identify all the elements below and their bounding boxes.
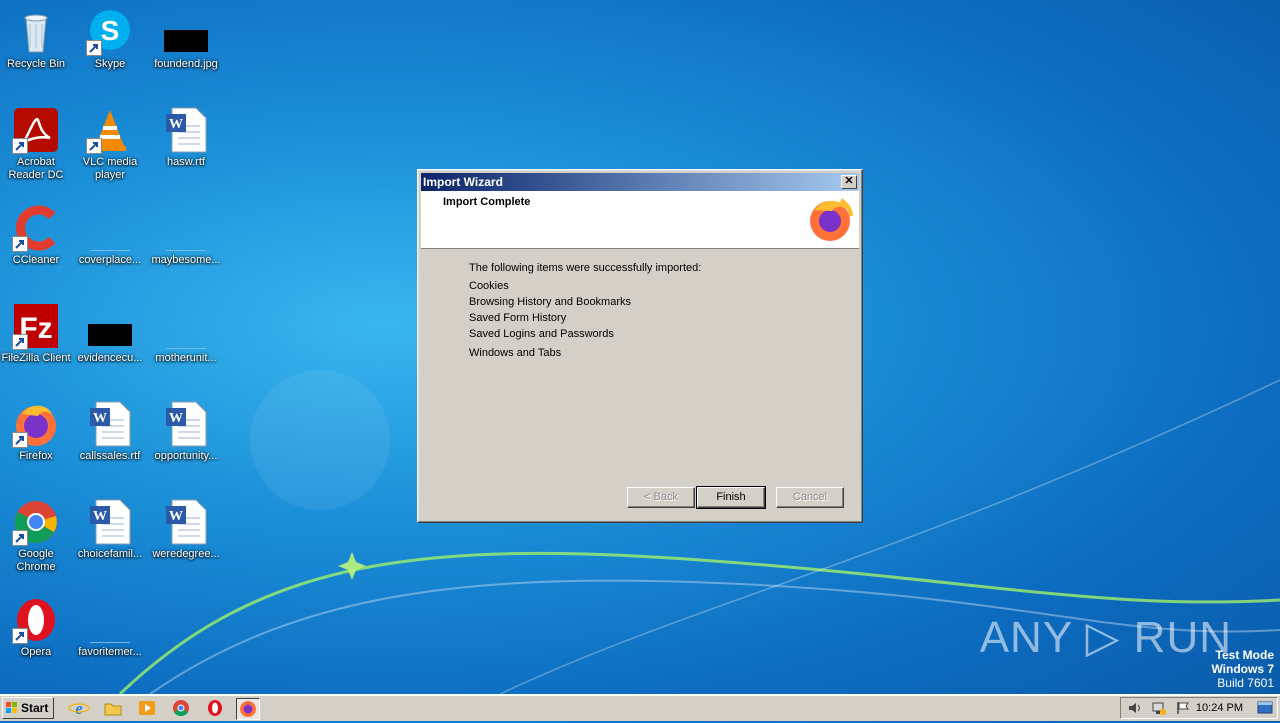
build-number-line: Build 7601 xyxy=(1217,676,1274,690)
show-desktop-icon[interactable] xyxy=(1257,701,1273,715)
start-label: Start xyxy=(21,701,49,715)
desktop-icon-evidencecu[interactable]: evidencecu... xyxy=(72,296,148,365)
test-mode-line: Test Mode xyxy=(1215,648,1274,662)
desktop-icon-chrome[interactable]: Google Chrome xyxy=(0,492,74,574)
vlc-icon xyxy=(86,106,134,154)
shortcut-arrow-icon xyxy=(12,628,28,644)
import-summary-text: The following items were successfully im… xyxy=(469,262,702,274)
system-tray: 10:24 PM xyxy=(1120,697,1278,719)
desktop-icon-hasw[interactable]: W hasw.rtf xyxy=(148,100,224,169)
file-icon xyxy=(86,204,134,252)
imported-item: Cookies xyxy=(469,280,509,292)
filezilla-icon: Fz xyxy=(12,302,60,350)
taskbar-ie-button[interactable]: e xyxy=(68,698,90,718)
desktop-icon-recycle-bin[interactable]: Recycle Bin xyxy=(0,2,74,71)
windows-version-line: Windows 7 xyxy=(1211,662,1274,676)
shortcut-arrow-icon xyxy=(12,334,28,350)
opera-icon xyxy=(208,700,222,716)
taskbar: Start e 10:24 PM xyxy=(0,694,1280,721)
desktop-icon-favoritemer[interactable]: favoritemer... xyxy=(72,590,148,659)
desktop-icon-ccleaner[interactable]: CCleaner xyxy=(0,198,74,267)
desktop-icon-choicefamil[interactable]: W choicefamil... xyxy=(72,492,148,561)
desktop-icon-skype[interactable]: S Skype xyxy=(72,2,148,71)
file-icon xyxy=(162,302,210,350)
desktop-icon-callssales[interactable]: W callssales.rtf xyxy=(72,394,148,463)
imported-item: Saved Logins and Passwords xyxy=(469,328,614,340)
file-icon xyxy=(86,596,134,644)
svg-text:W: W xyxy=(169,411,183,426)
chrome-icon xyxy=(173,700,189,717)
taskbar-explorer-button[interactable] xyxy=(102,698,124,718)
ccleaner-icon xyxy=(12,204,60,252)
word-document-icon: W xyxy=(162,400,210,448)
desktop-icon-opera[interactable]: Opera xyxy=(0,590,74,659)
desktop-icon-filezilla[interactable]: Fz FileZilla Client xyxy=(0,296,74,365)
desktop-icon-opportunity[interactable]: W opportunity... xyxy=(148,394,224,463)
recycle-bin-icon xyxy=(12,8,60,56)
desktop-icon-foundend[interactable]: foundend.jpg xyxy=(148,2,224,71)
dialog-title: Import Wizard xyxy=(423,175,503,189)
taskbar-firefox-button[interactable] xyxy=(236,698,260,720)
windows-flag-icon xyxy=(6,702,17,713)
desktop-icon-vlc[interactable]: VLC media player xyxy=(72,100,148,182)
back-button[interactable]: < Back xyxy=(627,487,695,508)
file-icon xyxy=(162,204,210,252)
close-button[interactable]: ✕ xyxy=(841,175,857,189)
media-player-icon xyxy=(139,701,155,715)
svg-text:W: W xyxy=(93,509,107,524)
svg-text:S: S xyxy=(101,15,120,46)
folder-icon xyxy=(104,703,122,716)
shortcut-arrow-icon xyxy=(12,432,28,448)
finish-button[interactable]: Finish xyxy=(696,486,766,509)
imported-item: Saved Form History xyxy=(469,312,567,324)
skype-icon: S xyxy=(86,8,134,56)
action-center-flag-icon[interactable] xyxy=(1175,700,1191,716)
firefox-icon xyxy=(240,701,256,717)
desktop-icon-firefox[interactable]: Firefox xyxy=(0,394,74,463)
image-file-icon xyxy=(86,302,134,350)
wizard-page-title: Import Complete xyxy=(443,196,531,208)
shortcut-arrow-icon xyxy=(86,138,102,154)
firefox-icon xyxy=(12,400,60,448)
imported-item: Browsing History and Bookmarks xyxy=(469,296,632,308)
test-mode-notice: Test Mode Windows 7 Build 7601 xyxy=(1211,648,1274,690)
imported-item: Windows and Tabs xyxy=(469,347,562,359)
svg-text:W: W xyxy=(93,411,107,426)
svg-text:W: W xyxy=(169,509,183,524)
firefox-logo-icon xyxy=(807,196,853,242)
internet-explorer-icon: e xyxy=(68,699,90,718)
shortcut-arrow-icon xyxy=(12,138,28,154)
desktop-icon-weredegree[interactable]: W weredegree... xyxy=(148,492,224,561)
network-icon[interactable] xyxy=(1151,700,1167,716)
cancel-button[interactable]: Cancel xyxy=(776,487,844,508)
acrobat-icon xyxy=(12,106,60,154)
desktop-icon-maybesome[interactable]: maybesome... xyxy=(148,198,224,267)
close-icon: ✕ xyxy=(844,175,854,187)
svg-text:e: e xyxy=(75,699,83,718)
opera-icon xyxy=(12,596,60,644)
desktop-icon-acrobat[interactable]: Acrobat Reader DC xyxy=(0,100,74,182)
word-document-icon: W xyxy=(86,400,134,448)
volume-icon[interactable] xyxy=(1127,701,1143,715)
shortcut-arrow-icon xyxy=(12,236,28,252)
taskbar-media-player-button[interactable] xyxy=(136,698,158,718)
dialog-titlebar[interactable]: Import Wizard ✕ xyxy=(421,173,859,191)
shortcut-arrow-icon xyxy=(12,530,28,546)
word-document-icon: W xyxy=(162,498,210,546)
anyrun-watermark: ANY ▷ RUN xyxy=(979,613,1232,662)
image-file-icon xyxy=(162,8,210,56)
wizard-header: Import Complete xyxy=(421,191,859,249)
clock[interactable]: 10:24 PM xyxy=(1196,702,1243,714)
desktop-icon-motherunit[interactable]: motherunit... xyxy=(148,296,224,365)
word-document-icon: W xyxy=(86,498,134,546)
word-document-icon: W xyxy=(162,106,210,154)
taskbar-chrome-button[interactable] xyxy=(170,698,192,718)
taskbar-opera-button[interactable] xyxy=(204,698,226,718)
chrome-icon xyxy=(12,498,60,546)
svg-text:W: W xyxy=(169,117,183,132)
shortcut-arrow-icon xyxy=(86,40,102,56)
start-button[interactable]: Start xyxy=(2,697,54,719)
import-wizard-dialog: Import Wizard ✕ Import Complete The foll… xyxy=(417,169,863,523)
desktop-icon-coverplace[interactable]: coverplace... xyxy=(72,198,148,267)
